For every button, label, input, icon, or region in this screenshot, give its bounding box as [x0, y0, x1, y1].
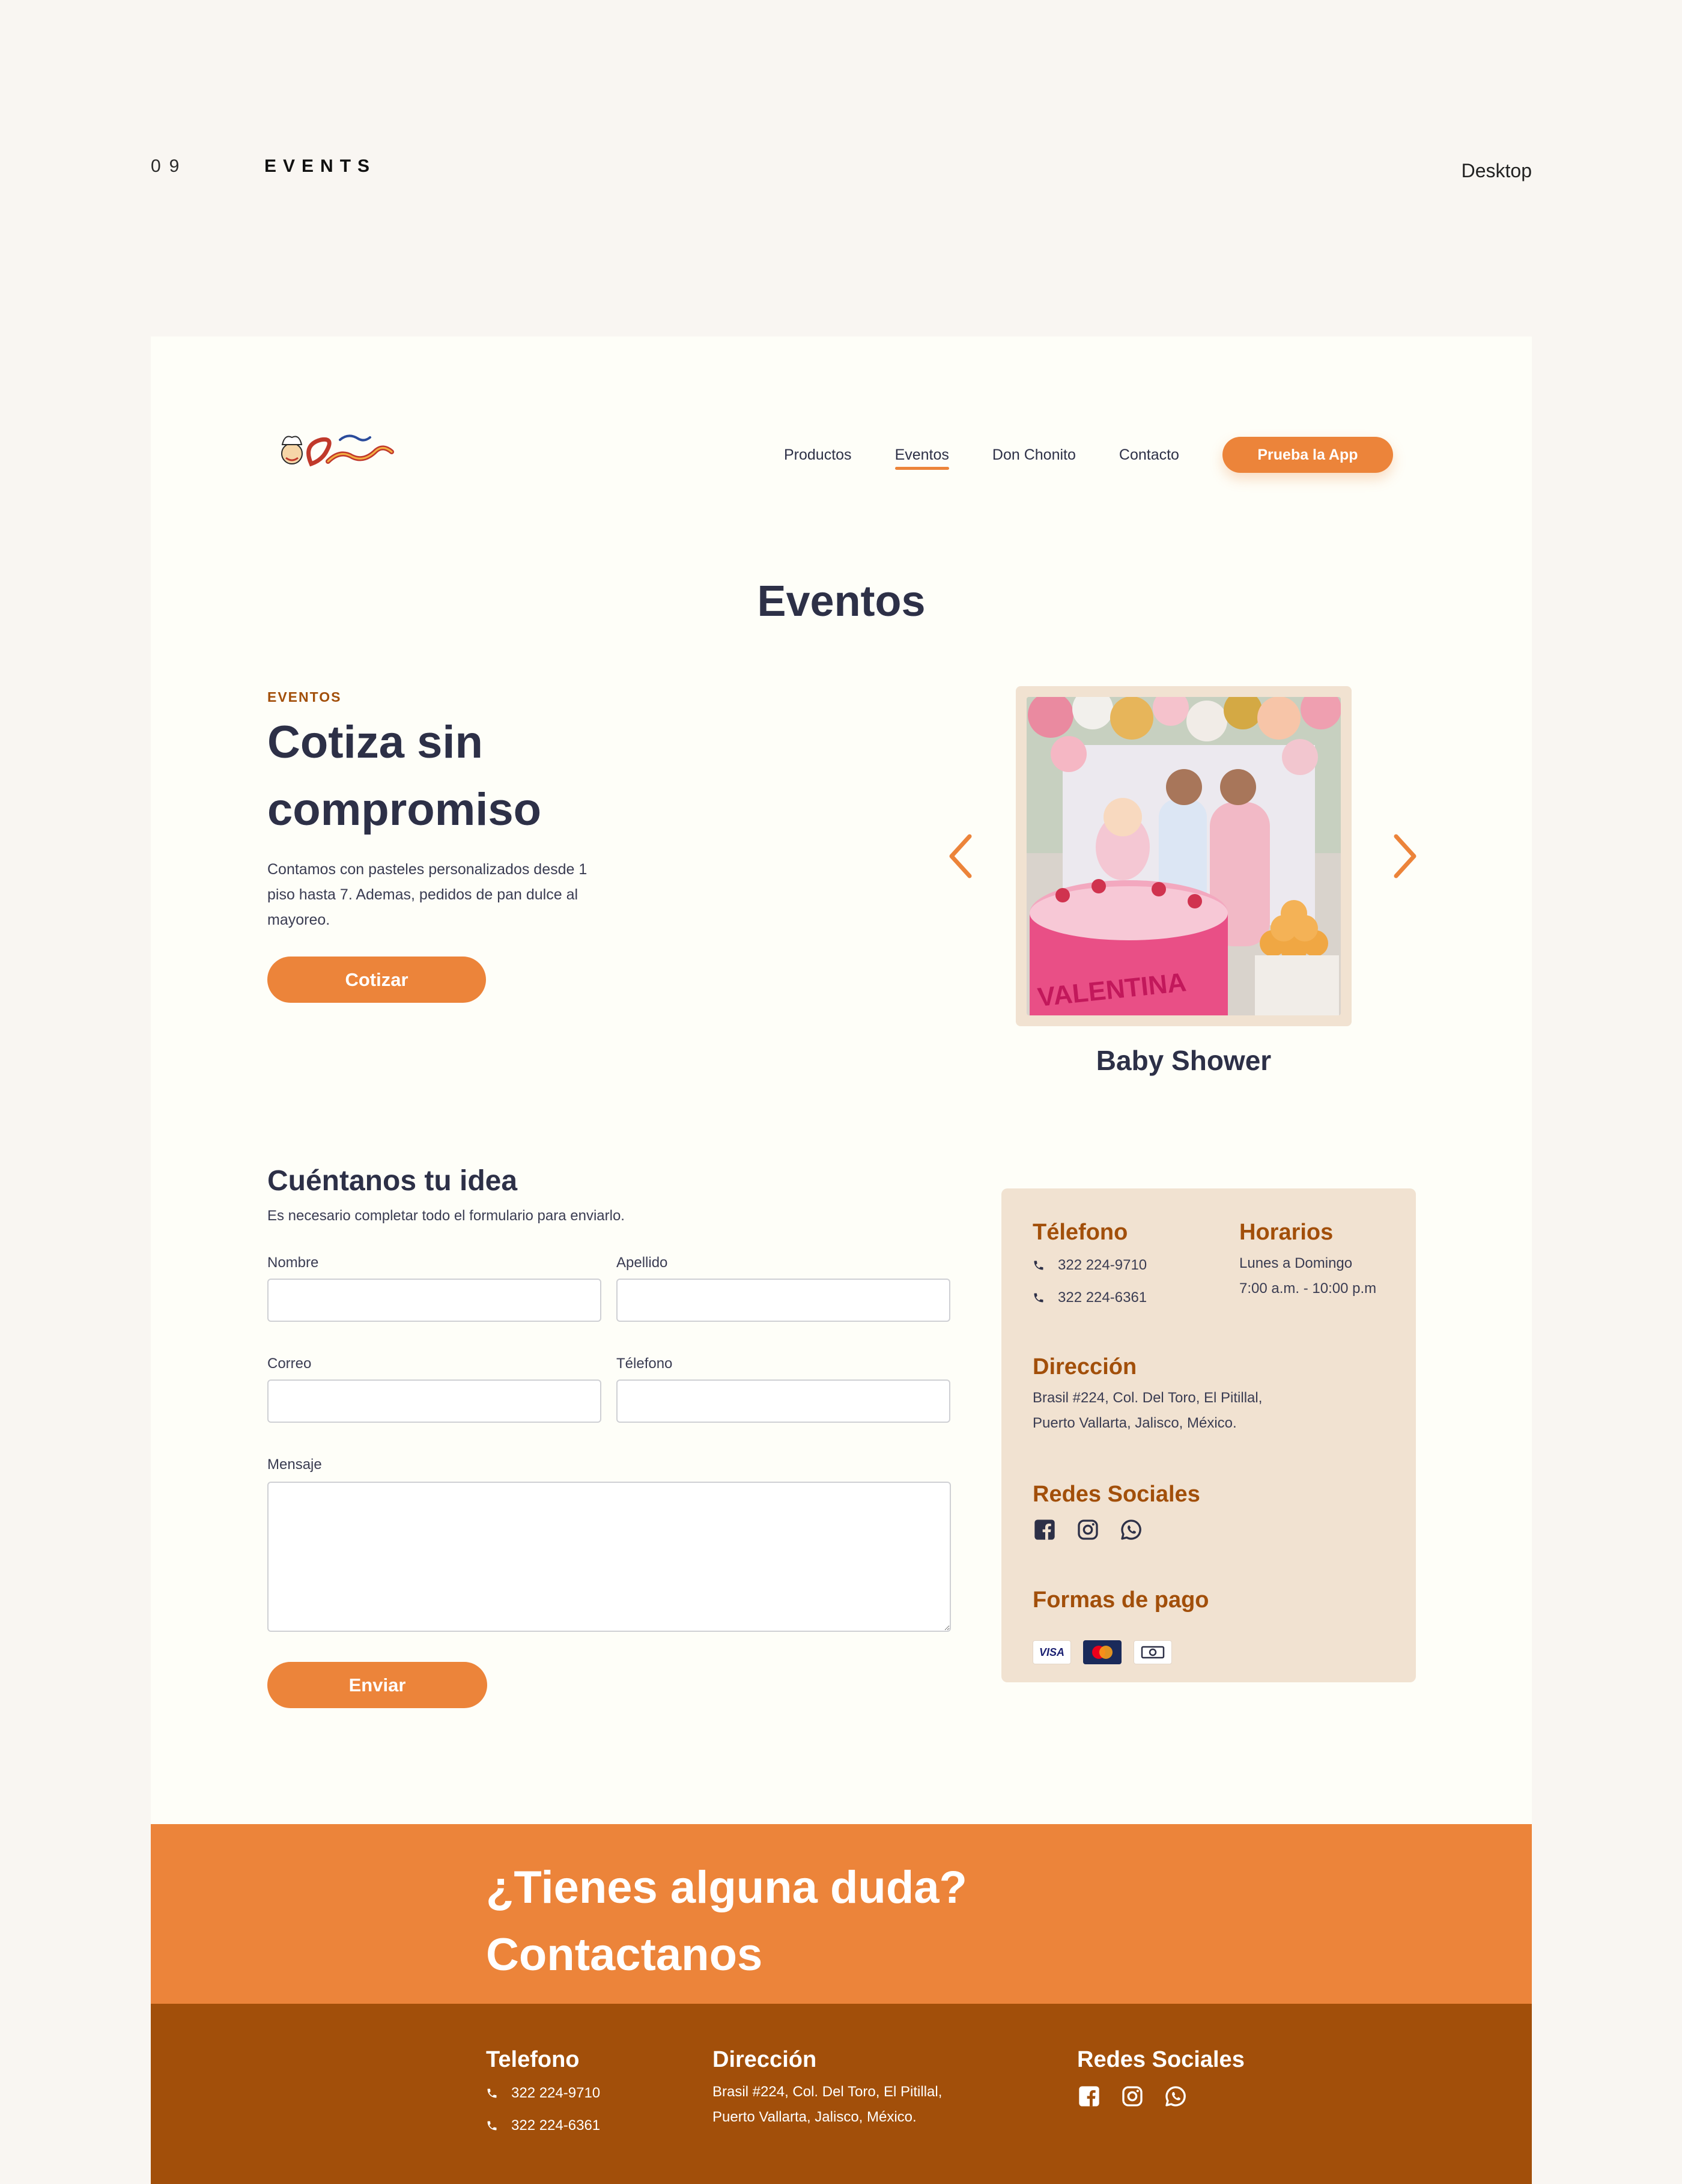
info-social-icons [1033, 1518, 1162, 1542]
try-app-button[interactable]: Prueba la App [1222, 437, 1393, 473]
info-phone-2[interactable]: 322 224-6361 [1033, 1289, 1147, 1306]
cta-line-2[interactable]: Contactanos [486, 1921, 967, 1989]
footer: Telefono 322 224-9710 322 224-6361 Direc… [151, 2004, 1532, 2184]
main-nav: Productos Eventos Don Chonito Contacto P… [784, 437, 1393, 473]
page-title: Eventos [757, 577, 926, 625]
nombre-input[interactable] [267, 1279, 601, 1322]
footer-phone-title: Telefono [486, 2047, 580, 2072]
page-frame: Productos Eventos Don Chonito Contacto P… [151, 336, 1532, 2184]
correo-label: Correo [267, 1355, 312, 1372]
payment-methods: VISA [1033, 1640, 1184, 1664]
contact-info-box: Télefono 322 224-9710 322 224-6361 Horar… [1001, 1188, 1416, 1682]
cotizar-button[interactable]: Cotizar [267, 957, 486, 1003]
visa-card-icon: VISA [1033, 1640, 1071, 1664]
info-phone-1[interactable]: 322 224-9710 [1033, 1257, 1147, 1274]
footer-social-title: Redes Sociales [1077, 2047, 1245, 2072]
info-payment-title: Formas de pago [1033, 1587, 1209, 1613]
info-address-line-1: Brasil #224, Col. Del Toro, El Pitillal, [1033, 1390, 1263, 1406]
presentation-section-title: EVENTS [264, 156, 377, 176]
whatsapp-icon[interactable] [1164, 2084, 1188, 2108]
info-hours-time: 7:00 a.m. - 10:00 p.m [1239, 1280, 1377, 1297]
cash-icon [1134, 1640, 1172, 1664]
footer-address-line-2: Puerto Vallarta, Jalisco, México. [712, 2109, 917, 2125]
facebook-icon[interactable] [1033, 1518, 1057, 1542]
contact-cta-banner: ¿Tienes alguna duda? Contactanos [151, 1824, 1532, 2004]
mensaje-label: Mensaje [267, 1456, 322, 1473]
hero-title-line-2: compromiso [267, 784, 542, 835]
cta-line-1: ¿Tienes alguna duda? [486, 1862, 967, 1913]
mensaje-textarea[interactable] [267, 1482, 951, 1632]
mastercard-card-icon [1083, 1640, 1122, 1664]
telefono-input[interactable] [616, 1379, 950, 1423]
info-social-title: Redes Sociales [1033, 1482, 1200, 1507]
presentation-device-label: Desktop [1461, 160, 1532, 181]
carousel-caption: Baby Shower [1096, 1045, 1272, 1076]
phone-icon [487, 2088, 497, 2098]
enviar-button[interactable]: Enviar [267, 1662, 487, 1708]
hero-description: Contamos con pasteles personalizados des… [267, 861, 587, 928]
hero-eyebrow: EVENTOS [267, 689, 342, 705]
apellido-label: Apellido [616, 1255, 668, 1271]
carousel-card[interactable]: VALENTINA [1016, 686, 1352, 1026]
telefono-label: Télefono [616, 1355, 673, 1372]
footer-phone-2-text: 322 224-6361 [511, 2117, 601, 2134]
mastercard-logo [1092, 1646, 1113, 1659]
presentation-number: 09 [151, 156, 188, 176]
footer-social-icons [1077, 2084, 1207, 2108]
footer-address-line-1: Brasil #224, Col. Del Toro, El Pitillal, [712, 2084, 943, 2100]
nav-link-don-chonito[interactable]: Don Chonito [992, 440, 1076, 470]
info-phone-2-text: 322 224-6361 [1058, 1289, 1147, 1306]
visa-card-label: VISA [1039, 1646, 1064, 1658]
info-hours-days: Lunes a Domingo [1239, 1255, 1353, 1271]
carousel-prev-arrow-icon[interactable] [943, 829, 979, 883]
nav-link-contacto[interactable]: Contacto [1119, 440, 1179, 470]
cash-bill-graphic [1141, 1646, 1165, 1659]
info-address-line-2: Puerto Vallarta, Jalisco, México. [1033, 1415, 1237, 1431]
instagram-icon[interactable] [1076, 1518, 1100, 1542]
info-address-title: Dirección [1033, 1354, 1137, 1379]
facebook-icon[interactable] [1077, 2084, 1101, 2108]
footer-phone-1-text: 322 224-9710 [511, 2085, 601, 2101]
logo-mark [281, 434, 394, 467]
hero-title: Cotiza sin compromiso [267, 709, 688, 844]
apellido-input[interactable] [616, 1279, 950, 1322]
info-phone-title: Télefono [1033, 1220, 1128, 1245]
phone-icon [1034, 1261, 1043, 1270]
info-hours-title: Horarios [1239, 1220, 1334, 1245]
don-chonito-logo[interactable] [274, 427, 403, 475]
footer-address-title: Dirección [712, 2047, 817, 2072]
nombre-label: Nombre [267, 1255, 319, 1271]
info-phone-1-text: 322 224-9710 [1058, 1257, 1147, 1273]
instagram-icon[interactable] [1120, 2084, 1144, 2108]
phone-icon [1034, 1293, 1043, 1303]
carousel-next-arrow-icon[interactable] [1387, 829, 1423, 883]
footer-phone-1[interactable]: 322 224-9710 [486, 2085, 600, 2102]
footer-phone-2[interactable]: 322 224-6361 [486, 2117, 600, 2134]
hero-title-line-1: Cotiza sin [267, 717, 483, 768]
correo-input[interactable] [267, 1379, 601, 1423]
baby-shower-photo: VALENTINA [1027, 697, 1341, 1015]
whatsapp-icon[interactable] [1119, 1518, 1143, 1542]
phone-icon [487, 2121, 497, 2131]
cta-text: ¿Tienes alguna duda? Contactanos [486, 1854, 967, 1989]
nav-link-productos[interactable]: Productos [784, 440, 852, 470]
form-title: Cuéntanos tu idea [267, 1165, 518, 1197]
nav-link-eventos[interactable]: Eventos [894, 440, 950, 470]
form-note: Es necesario completar todo el formulari… [267, 1208, 625, 1224]
